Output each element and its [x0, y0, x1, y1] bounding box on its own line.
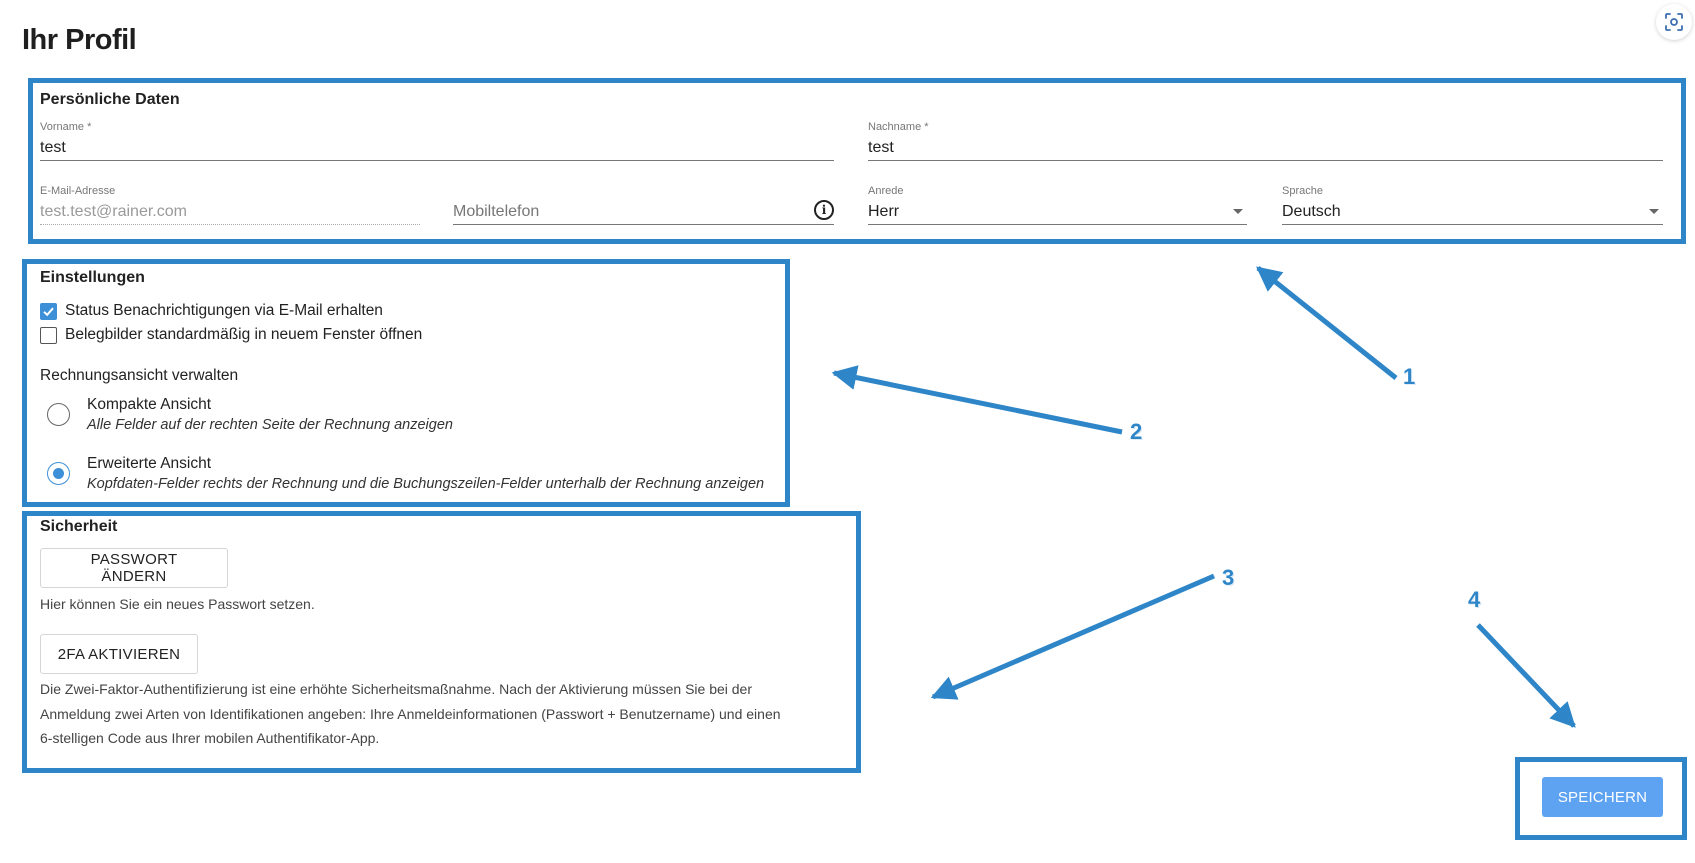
annotation-arrows	[831, 266, 1576, 728]
arrow-3	[930, 573, 1215, 700]
arrow-2	[831, 365, 1123, 435]
annotation-number-4: 4	[1468, 587, 1481, 612]
arrow-4	[1476, 623, 1576, 728]
annotation-number-1: 1	[1403, 364, 1416, 389]
arrow-1	[1256, 266, 1398, 380]
annotation-number-3: 3	[1222, 565, 1235, 590]
annotation-number-2: 2	[1130, 419, 1143, 444]
